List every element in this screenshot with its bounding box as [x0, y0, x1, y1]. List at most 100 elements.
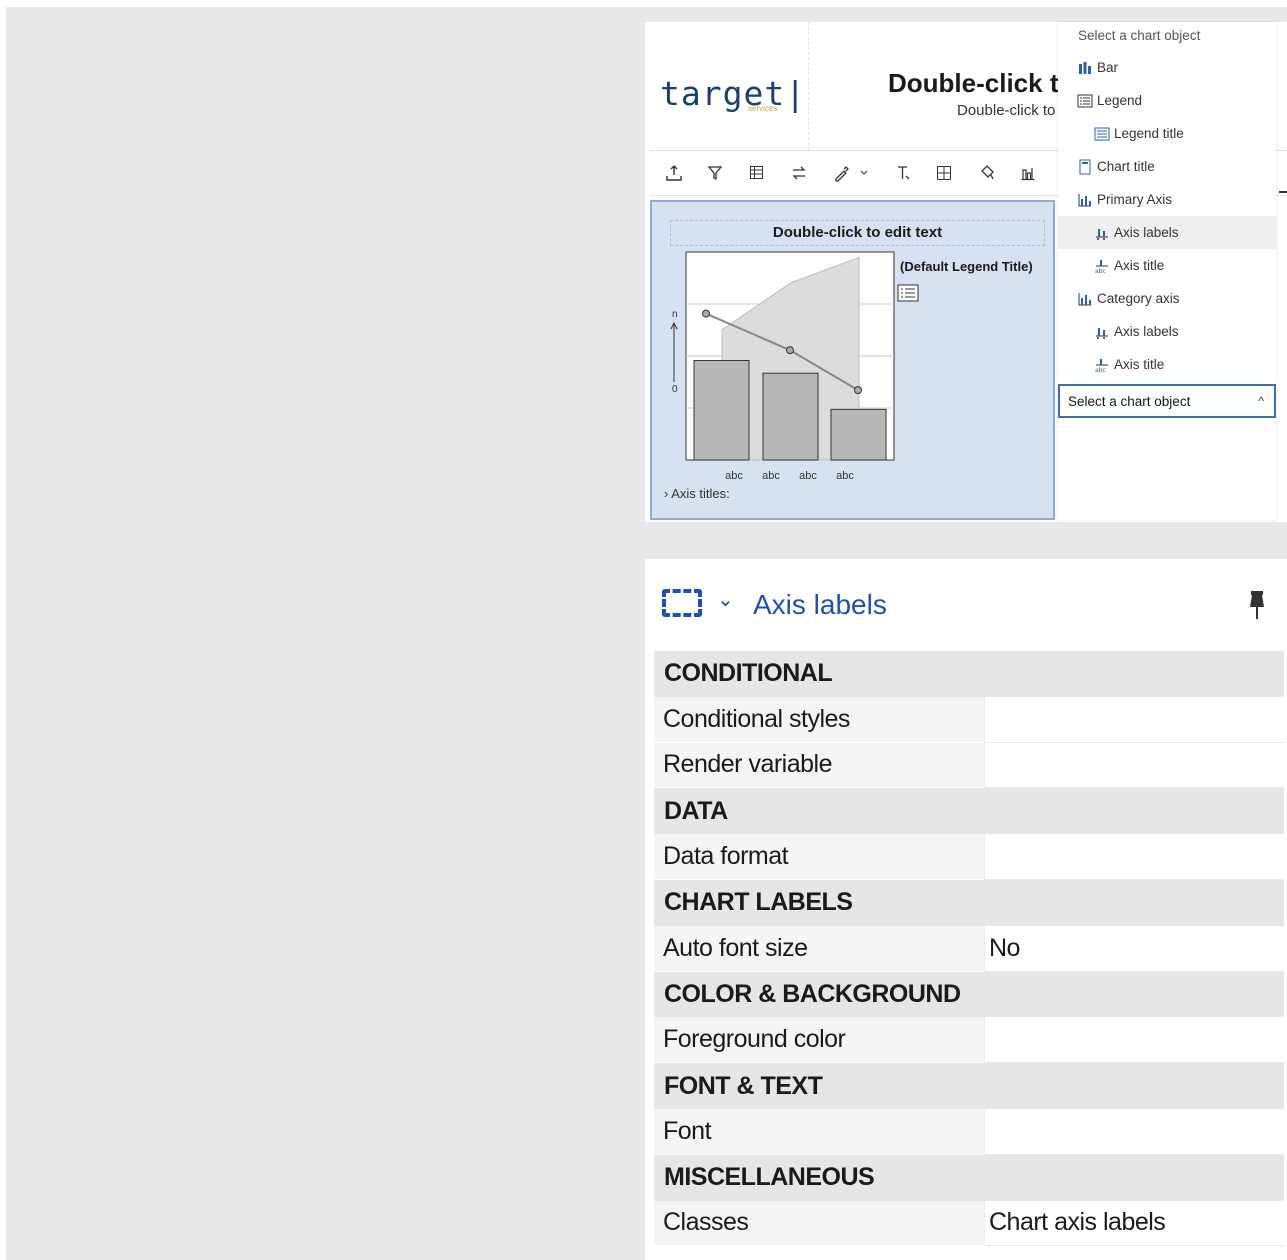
axis-title-icon: abc: [1094, 357, 1110, 374]
properties-header: ⌄ Axis labels: [650, 559, 1287, 649]
panel-gutter: [645, 522, 1287, 559]
property-value[interactable]: [984, 1108, 1284, 1155]
svg-text:abc: abc: [1095, 367, 1106, 373]
report-subtitle[interactable]: Double-click to: [957, 102, 1055, 119]
bar: [830, 408, 887, 461]
chevron-up-icon: ^: [1258, 394, 1264, 408]
line-point: [786, 346, 794, 355]
property-name: Auto font size: [654, 925, 984, 972]
dropdown-item-label: Category axis: [1097, 291, 1180, 306]
axis-labels-icon: [1094, 225, 1110, 241]
dropdown-item-label: Axis labels: [1114, 225, 1179, 240]
axis-icon: [1077, 291, 1093, 307]
category-label: abc: [762, 470, 780, 482]
dropdown-item[interactable]: Bar: [1058, 51, 1276, 84]
eyedropper-icon[interactable]: [828, 159, 856, 187]
property-row[interactable]: Render variable: [654, 742, 1284, 789]
dropdown-item-label: Axis labels: [1114, 324, 1179, 339]
property-value[interactable]: [984, 834, 1284, 880]
category-label: abc: [799, 470, 817, 482]
property-name: Data format: [654, 834, 984, 880]
axis-icon: [1077, 192, 1093, 208]
bar: [762, 372, 819, 461]
left-empty-pane: [6, 7, 645, 1260]
legend-icon: [1077, 93, 1093, 109]
logo-subtitle: services: [748, 104, 778, 113]
report-header: target| services Double-click t Double-c…: [650, 22, 1058, 150]
dropdown-item-label: Legend: [1097, 93, 1143, 108]
axis-labels-icon: [1094, 324, 1110, 340]
property-section: MISCELLANEOUS: [654, 1154, 1284, 1201]
dropdown-item[interactable]: Category axis: [1058, 282, 1276, 315]
axis-titles-toggle[interactable]: › Axis titles:: [664, 486, 730, 501]
text-format-icon[interactable]: [890, 159, 918, 187]
dropdown-item[interactable]: Primary Axis: [1058, 183, 1276, 216]
property-row[interactable]: Classes Chart axis labels: [654, 1200, 1284, 1247]
dropdown-item[interactable]: Axis labels: [1058, 315, 1276, 348]
category-label: abc: [836, 470, 854, 482]
property-value[interactable]: [984, 742, 1284, 789]
chevron-down-icon[interactable]: [854, 159, 874, 187]
dropdown-item-label: Bar: [1097, 60, 1119, 75]
properties-title: Axis labels: [753, 589, 887, 620]
paint-icon[interactable]: [973, 159, 1001, 187]
chart-title-icon: [1077, 159, 1093, 175]
dropdown-item[interactable]: Chart title: [1058, 150, 1276, 183]
property-row[interactable]: Conditional styles: [654, 696, 1284, 743]
property-row[interactable]: Foreground color: [654, 1017, 1284, 1064]
report-title[interactable]: Double-click t: [888, 68, 1058, 99]
property-name: Foreground color: [654, 1017, 984, 1064]
property-section: COLOR & BACKGROUND: [654, 971, 1284, 1018]
property-value[interactable]: [984, 696, 1284, 743]
category-label: abc: [725, 470, 743, 482]
swap-icon[interactable]: [785, 159, 813, 187]
select-ancestor-icon[interactable]: [662, 589, 702, 617]
chart-container[interactable]: Double-click to edit text (Default Legen…: [650, 200, 1055, 520]
dropdown-item[interactable]: abc Axis title: [1058, 348, 1276, 381]
page-guide-line: [808, 22, 810, 150]
axis-title-icon: abc: [1094, 258, 1110, 275]
legend-title[interactable]: (Default Legend Title): [900, 259, 1033, 274]
bar-chart-icon: [1077, 60, 1093, 76]
property-name: Render variable: [654, 742, 984, 789]
export-icon[interactable]: [660, 159, 688, 187]
properties-table: CONDITIONAL Conditional styles Render vari…: [654, 651, 1284, 1247]
svg-text:abc: abc: [1095, 268, 1106, 274]
dropdown-item[interactable]: Axis labels: [1058, 216, 1276, 249]
dropdown-item[interactable]: Legend: [1058, 84, 1276, 117]
property-name: Classes: [654, 1200, 984, 1247]
property-row[interactable]: Data format: [654, 834, 1284, 880]
pin-icon[interactable]: [1246, 589, 1268, 630]
filter-icon[interactable]: [701, 159, 729, 187]
property-section: CONDITIONAL: [654, 651, 1284, 697]
property-value[interactable]: [984, 1017, 1284, 1064]
table-settings-icon[interactable]: [743, 159, 771, 187]
dropdown-item-label: Legend title: [1114, 126, 1184, 141]
dropdown-item-label: Primary Axis: [1097, 192, 1173, 207]
borders-icon[interactable]: [930, 159, 958, 187]
property-value[interactable]: No: [984, 925, 1284, 972]
chart-object-dropdown: Select a chart object Bar Legend Legend ti…: [1058, 22, 1276, 520]
logo-divider: |: [785, 74, 807, 113]
bar: [693, 360, 750, 461]
property-section: FONT & TEXT: [654, 1063, 1284, 1109]
dropdown-item[interactable]: Legend title: [1058, 117, 1276, 150]
property-value[interactable]: Chart axis labels: [984, 1200, 1284, 1247]
chart-icon[interactable]: [1014, 159, 1042, 187]
chevron-down-icon[interactable]: ⌄: [717, 587, 734, 612]
line-point: [854, 386, 862, 395]
dropdown-item-label: Axis title: [1114, 357, 1165, 372]
dropdown-item[interactable]: abc Axis title: [1058, 249, 1276, 282]
property-row[interactable]: Auto font size No: [654, 925, 1284, 972]
property-row[interactable]: Font: [654, 1108, 1284, 1155]
property-section: DATA: [654, 788, 1284, 835]
legend-title-icon: [1094, 126, 1110, 142]
chart-plot[interactable]: abc abc abc abc: [652, 202, 912, 482]
property-name: Conditional styles: [654, 696, 984, 743]
toolbar-edge: [1279, 191, 1287, 193]
chart-object-select[interactable]: Select a chart object ^: [1058, 384, 1276, 418]
dropdown-header: Select a chart object: [1078, 28, 1201, 43]
target-logo: target|: [660, 74, 806, 113]
y-tick-zero: 0: [672, 384, 678, 395]
property-name: Font: [654, 1108, 984, 1155]
